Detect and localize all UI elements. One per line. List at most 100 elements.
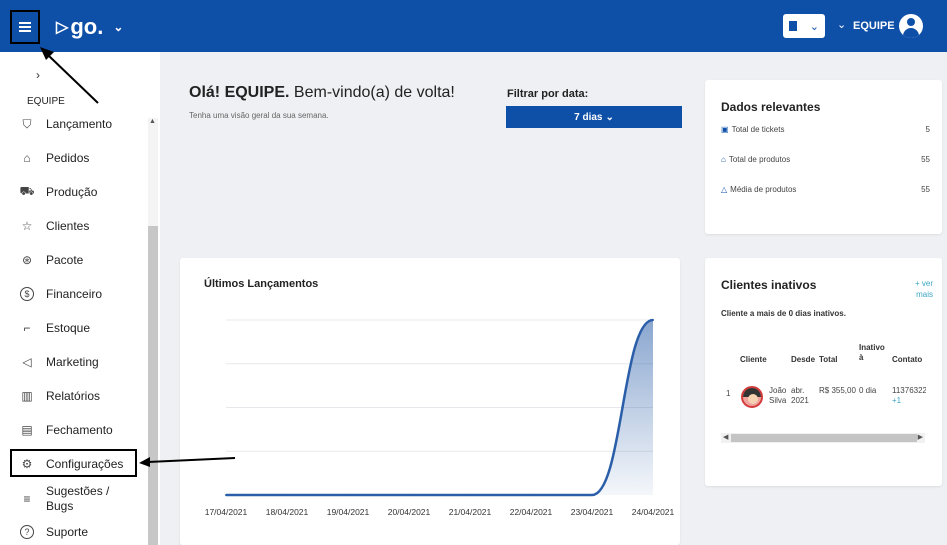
ultimos-lancamentos-card: Últimos Lançamentos 17/04/2021 18/04/2021… bbox=[180, 258, 680, 545]
cart-icon: ⛉ bbox=[22, 116, 32, 131]
client-desde: abr. 2021 bbox=[791, 386, 809, 405]
ver-mais-link[interactable]: + ver mais bbox=[905, 278, 933, 300]
stat-row: △ Média de produtos 55 bbox=[721, 185, 930, 194]
stat-row: ⌂ Total de produtos 55 bbox=[721, 155, 930, 164]
sidebar-item-financeiro[interactable]: $ Financeiro bbox=[0, 280, 146, 308]
sidebar-item-lançamento[interactable]: ⛉ Lançamento bbox=[0, 110, 146, 138]
logo-play-icon: ▷ bbox=[56, 19, 69, 36]
row-index: 1 bbox=[726, 389, 731, 398]
shirt-icon: ⌂ bbox=[23, 151, 31, 165]
menu-toggle-button[interactable] bbox=[10, 10, 40, 44]
client-avatar bbox=[741, 386, 763, 408]
chevron-down-icon: ⌄ bbox=[809, 20, 819, 33]
card-title: Clientes inativos bbox=[721, 278, 817, 292]
hamburger-icon bbox=[19, 22, 31, 32]
sidebar-item-suporte[interactable]: ? Suporte bbox=[0, 518, 146, 545]
client-total: R$ 355,00 bbox=[819, 386, 856, 395]
register-icon: ▤ bbox=[21, 423, 33, 437]
sidebar-scroll-thumb[interactable] bbox=[148, 226, 158, 545]
ticket-icon: ▣ bbox=[721, 125, 729, 134]
filter-label: Filtrar por data: bbox=[507, 88, 589, 100]
chevron-down-icon: ⌄ bbox=[605, 111, 614, 123]
app-logo[interactable]: ▷ go. ⌄ bbox=[56, 14, 123, 40]
sidebar-item-label: Marketing bbox=[46, 354, 99, 369]
data-point bbox=[408, 494, 410, 496]
scroll-left-icon[interactable]: ◀ bbox=[723, 433, 728, 441]
sidebar-item-label: Pedidos bbox=[46, 150, 90, 165]
sidebar-item-label: Sugestões / Bugs bbox=[46, 484, 110, 513]
col-header-contato: Contato bbox=[892, 355, 923, 364]
stat-row: ▣ Total de tickets 5 bbox=[721, 125, 930, 134]
sidebar-item-produção[interactable]: ⛟ Produção bbox=[0, 178, 146, 206]
user-name[interactable]: EQUIPE bbox=[853, 20, 895, 32]
client-name[interactable]: João Silva bbox=[769, 386, 786, 406]
x-tick-label: 19/04/2021 bbox=[327, 507, 370, 517]
building-icon bbox=[789, 21, 797, 31]
sidebar-item-pedidos[interactable]: ⌂ Pedidos bbox=[0, 144, 146, 172]
sidebar-item-sugestões-bugs[interactable]: ≡ Sugestões / Bugs bbox=[0, 484, 146, 513]
logo-text: go. bbox=[70, 14, 104, 39]
data-point bbox=[347, 494, 349, 496]
store-select[interactable]: ⌄ bbox=[783, 14, 825, 38]
user-avatar-icon[interactable] bbox=[899, 14, 923, 38]
list-icon: ≡ bbox=[23, 492, 31, 506]
sidebar-expand-icon[interactable]: › bbox=[36, 68, 40, 82]
star-icon: ☆ bbox=[21, 219, 33, 233]
clientes-inativos-card: Clientes inativos + ver mais Cliente a m… bbox=[705, 258, 942, 486]
data-point bbox=[591, 494, 593, 496]
sidebar-item-fechamento[interactable]: ▤ Fechamento bbox=[0, 416, 146, 444]
dollar-icon: $ bbox=[20, 287, 34, 301]
sidebar-item-label: Suporte bbox=[46, 524, 89, 539]
package-icon: ⊛ bbox=[21, 253, 33, 267]
data-point bbox=[652, 319, 654, 321]
help-icon: ? bbox=[20, 525, 34, 539]
x-tick-label: 22/04/2021 bbox=[510, 507, 553, 517]
x-tick-label: 24/04/2021 bbox=[632, 507, 675, 517]
x-tick-label: 18/04/2021 bbox=[266, 507, 309, 517]
sidebar-item-label: Relatórios bbox=[46, 388, 101, 403]
col-header-total: Total bbox=[819, 355, 838, 364]
col-header-cliente: Cliente bbox=[740, 355, 767, 364]
sidebar-item-label: Lançamento bbox=[46, 116, 113, 131]
lancamentos-chart: 17/04/2021 18/04/2021 19/04/2021 20/04/2021… bbox=[205, 318, 675, 517]
data-point bbox=[286, 494, 288, 496]
scroll-right-icon[interactable]: ▶ bbox=[918, 433, 923, 441]
client-contato[interactable]: 11376322 +1 bbox=[892, 386, 926, 406]
sidebar-item-label: Pacote bbox=[46, 252, 84, 267]
x-tick-label: 23/04/2021 bbox=[571, 507, 614, 517]
megaphone-icon: ◁ bbox=[22, 355, 32, 369]
hanger-icon: △ bbox=[721, 185, 728, 194]
chevron-down-icon: ⌄ bbox=[113, 20, 124, 34]
shirt-icon: ⌂ bbox=[721, 155, 726, 164]
sidebar-item-label: Fechamento bbox=[46, 422, 113, 437]
sidebar-item-label: Financeiro bbox=[46, 286, 103, 301]
card-title: Dados relevantes bbox=[721, 100, 821, 114]
sidebar-item-estoque[interactable]: ⌐ Estoque bbox=[0, 314, 146, 342]
top-bar: ▷ go. ⌄ ⌄ ⌄ EQUIPE bbox=[0, 0, 947, 52]
configuracoes-highlight-box bbox=[10, 449, 137, 477]
data-point bbox=[225, 494, 227, 496]
sidebar-item-pacote[interactable]: ⊛ Pacote bbox=[0, 246, 146, 274]
date-filter-dropdown[interactable]: 7 dias ⌄ bbox=[506, 106, 682, 128]
sidebar-group-label: EQUIPE bbox=[27, 96, 65, 107]
col-header-inativo: Inativo à bbox=[859, 343, 885, 362]
user-chevron-down-icon[interactable]: ⌄ bbox=[837, 18, 846, 31]
welcome-section: Olá! EQUIPE. Bem-vindo(a) de volta! Tenh… bbox=[160, 66, 690, 246]
scroll-up-icon[interactable]: ▲ bbox=[149, 118, 156, 125]
greeting: Olá! EQUIPE. Bem-vindo(a) de volta! bbox=[189, 84, 455, 101]
dolly-icon: ⌐ bbox=[23, 321, 31, 335]
inativos-description: Cliente a mais de 0 dias inativos. bbox=[721, 309, 846, 318]
sidebar-item-label: Estoque bbox=[46, 320, 91, 335]
sidebar-item-marketing[interactable]: ◁ Marketing bbox=[0, 348, 146, 376]
table-horizontal-scrollbar[interactable]: ◀ ▶ bbox=[721, 433, 925, 443]
x-tick-label: 20/04/2021 bbox=[388, 507, 431, 517]
filter-value: 7 dias bbox=[574, 111, 603, 123]
sidebar-item-label: Clientes bbox=[46, 218, 90, 233]
greeting-subtitle: Tenha uma visão geral da sua semana. bbox=[189, 111, 329, 120]
sidebar-item-clientes[interactable]: ☆ Clientes bbox=[0, 212, 146, 240]
table-scroll-thumb[interactable] bbox=[731, 434, 917, 442]
data-point bbox=[469, 494, 471, 496]
x-tick-label: 17/04/2021 bbox=[205, 507, 248, 517]
dados-relevantes-card: Dados relevantes ▣ Total de tickets 5 ⌂ To… bbox=[705, 80, 942, 234]
sidebar-item-relatórios[interactable]: ▥ Relatórios bbox=[0, 382, 146, 410]
